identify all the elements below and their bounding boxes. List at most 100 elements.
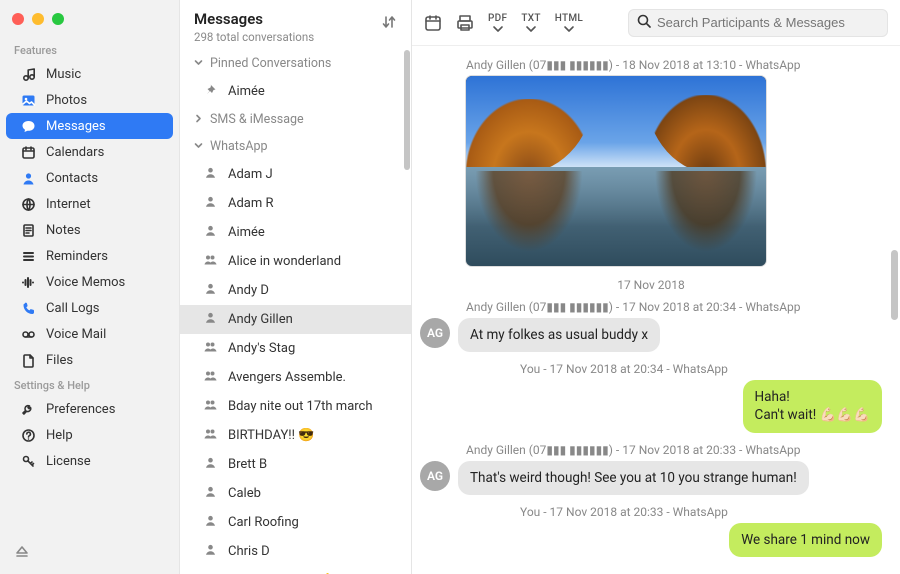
avatar: AG — [420, 318, 450, 348]
conversation-item-label: Adam R — [228, 196, 274, 211]
conversation-item[interactable]: Avengers Assemble. — [180, 363, 411, 392]
eject-button[interactable] — [0, 534, 179, 574]
notes-icon — [20, 222, 36, 238]
conversation-item[interactable]: Bday nite out 17th march — [180, 392, 411, 421]
print-button[interactable] — [456, 14, 474, 32]
conversation-item[interactable]: Andy Gillen — [180, 305, 411, 334]
message-row: Haha!Can't wait! 💪🏻💪🏻💪🏻 — [420, 380, 882, 432]
photos-icon — [20, 92, 36, 108]
message-meta: You - 17 Nov 2018 at 20:34 - WhatsApp — [520, 362, 882, 376]
conversation-item[interactable]: Andy's Stag — [180, 334, 411, 363]
message-meta: Andy Gillen (07▮▮▮ ▮▮▮▮▮▮) - 17 Nov 2018… — [466, 443, 882, 457]
message-image[interactable] — [466, 76, 766, 266]
app-window: Features Music PhotosMessagesCalendarsCont… — [0, 0, 900, 574]
message-meta: You - 17 Nov 2018 at 20:33 - WhatsApp — [520, 505, 882, 519]
sidebar-item-license[interactable]: License — [6, 448, 173, 474]
message-row: AGThat's weird though! See you at 10 you… — [420, 461, 882, 495]
conversation-item[interactable]: BIRTHDAY!! 😎 — [180, 421, 411, 450]
sidebar-item-music[interactable]: Music — [6, 61, 173, 87]
spacer — [0, 474, 179, 534]
person-icon — [202, 543, 218, 560]
conversation-item-label: Avengers Assemble. — [228, 370, 346, 385]
sidebar-item-reminders[interactable]: Reminders — [6, 243, 173, 269]
conversation-item[interactable]: Christmas 2022🎄 — [180, 566, 411, 574]
license-icon — [20, 453, 36, 469]
sidebar-item-label: Music — [46, 67, 163, 82]
sidebar-item-voice-memos[interactable]: Voice Memos — [6, 269, 173, 295]
search-box[interactable] — [628, 9, 888, 37]
conversation-item-label: Andy's Stag — [228, 341, 295, 356]
reminders-icon — [20, 248, 36, 264]
conversation-item[interactable]: Caleb — [180, 479, 411, 508]
person-icon — [202, 195, 218, 212]
message-bubble[interactable]: Haha!Can't wait! 💪🏻💪🏻💪🏻 — [743, 380, 882, 432]
person-icon — [202, 224, 218, 241]
message-bubble[interactable]: At my folkes as usual buddy x — [458, 318, 660, 352]
voice-memos-icon — [20, 274, 36, 290]
sidebar-item-voice-mail[interactable]: Voice Mail — [6, 321, 173, 347]
conversation-item-label: Brett B — [228, 457, 267, 472]
sidebar-item-label: Help — [46, 428, 163, 443]
conversations-count: 298 total conversations — [194, 30, 397, 44]
conversations-list[interactable]: Pinned ConversationsAiméeSMS & iMessageW… — [180, 50, 411, 574]
sidebar-item-calendars[interactable]: Calendars — [6, 139, 173, 165]
message-row: AG At my folkes as usual buddy x — [420, 318, 882, 352]
conversation-item-label: Adam J — [228, 167, 273, 182]
scrollbar-thumb[interactable] — [404, 50, 410, 170]
conversation-group-whatsapp[interactable]: WhatsApp — [180, 133, 411, 160]
conversation-item[interactable]: Aimée — [180, 77, 411, 106]
sidebar-item-call-logs[interactable]: Call Logs — [6, 295, 173, 321]
conversation-group-label: Pinned Conversations — [210, 56, 331, 71]
message-bubble[interactable]: That's weird though! See you at 10 you s… — [458, 461, 809, 495]
sidebar-item-internet[interactable]: Internet — [6, 191, 173, 217]
person-icon — [202, 166, 218, 183]
conversation-group-sms[interactable]: SMS & iMessage — [180, 106, 411, 133]
chevron-right-icon — [194, 112, 204, 127]
conversation-item[interactable]: Adam J — [180, 160, 411, 189]
sidebar-item-contacts[interactable]: Contacts — [6, 165, 173, 191]
group-icon — [202, 398, 218, 415]
calendar-view-button[interactable] — [424, 14, 442, 32]
conversation-item[interactable]: Brett B — [180, 450, 411, 479]
minimize-window-button[interactable] — [32, 13, 44, 25]
sidebar-item-photos[interactable]: Photos — [6, 87, 173, 113]
toolbar: PDF TXT HTML — [412, 0, 900, 46]
group-icon — [202, 369, 218, 386]
message-meta: Andy Gillen (07▮▮▮ ▮▮▮▮▮▮) - 17 Nov 2018… — [466, 300, 882, 314]
conversation-item[interactable]: Alice in wonderland — [180, 247, 411, 276]
export-pdf-button[interactable]: PDF — [488, 13, 507, 33]
messages-icon — [20, 118, 36, 134]
call-logs-icon — [20, 300, 36, 316]
message-bubble[interactable]: We share 1 mind now — [729, 523, 882, 557]
sidebar-item-preferences[interactable]: Preferences — [6, 396, 173, 422]
sidebar-item-files[interactable]: Files — [6, 347, 173, 373]
sidebar-section-label: Settings & Help — [0, 373, 179, 396]
sort-button[interactable] — [381, 14, 397, 34]
sidebar-item-label: Notes — [46, 223, 163, 238]
conversation-item-label: Bday nite out 17th march — [228, 399, 373, 414]
conversation-item[interactable]: Adam R — [180, 189, 411, 218]
sidebar-item-notes[interactable]: Notes — [6, 217, 173, 243]
conversation-group-pinned[interactable]: Pinned Conversations — [180, 50, 411, 77]
conversation-item[interactable]: Andy D — [180, 276, 411, 305]
search-input[interactable] — [657, 15, 879, 30]
sidebar-section-label: Features — [0, 38, 179, 61]
conversation-item-label: Aimée — [228, 225, 265, 240]
conversation-item[interactable]: Aimée — [180, 218, 411, 247]
message-meta: Andy Gillen (07▮▮▮ ▮▮▮▮▮▮) - 18 Nov 2018… — [466, 58, 882, 72]
sidebar-item-help[interactable]: Help — [6, 422, 173, 448]
conversation-item[interactable]: Chris D — [180, 537, 411, 566]
sidebar-item-messages[interactable]: Messages — [6, 113, 173, 139]
person-icon — [202, 485, 218, 502]
close-window-button[interactable] — [12, 13, 24, 25]
group-icon — [202, 427, 218, 444]
export-txt-button[interactable]: TXT — [521, 13, 540, 33]
conversation-item-label: Caleb — [228, 486, 261, 501]
conversation-item-label: Andy Gillen — [228, 312, 293, 327]
export-html-button[interactable]: HTML — [555, 13, 583, 33]
chat-scrollbar-thumb[interactable] — [891, 250, 898, 320]
conversation-item[interactable]: Carl Roofing — [180, 508, 411, 537]
maximize-window-button[interactable] — [52, 13, 64, 25]
group-icon — [202, 340, 218, 357]
chat-transcript[interactable]: Andy Gillen (07▮▮▮ ▮▮▮▮▮▮) - 18 Nov 2018… — [412, 46, 900, 574]
